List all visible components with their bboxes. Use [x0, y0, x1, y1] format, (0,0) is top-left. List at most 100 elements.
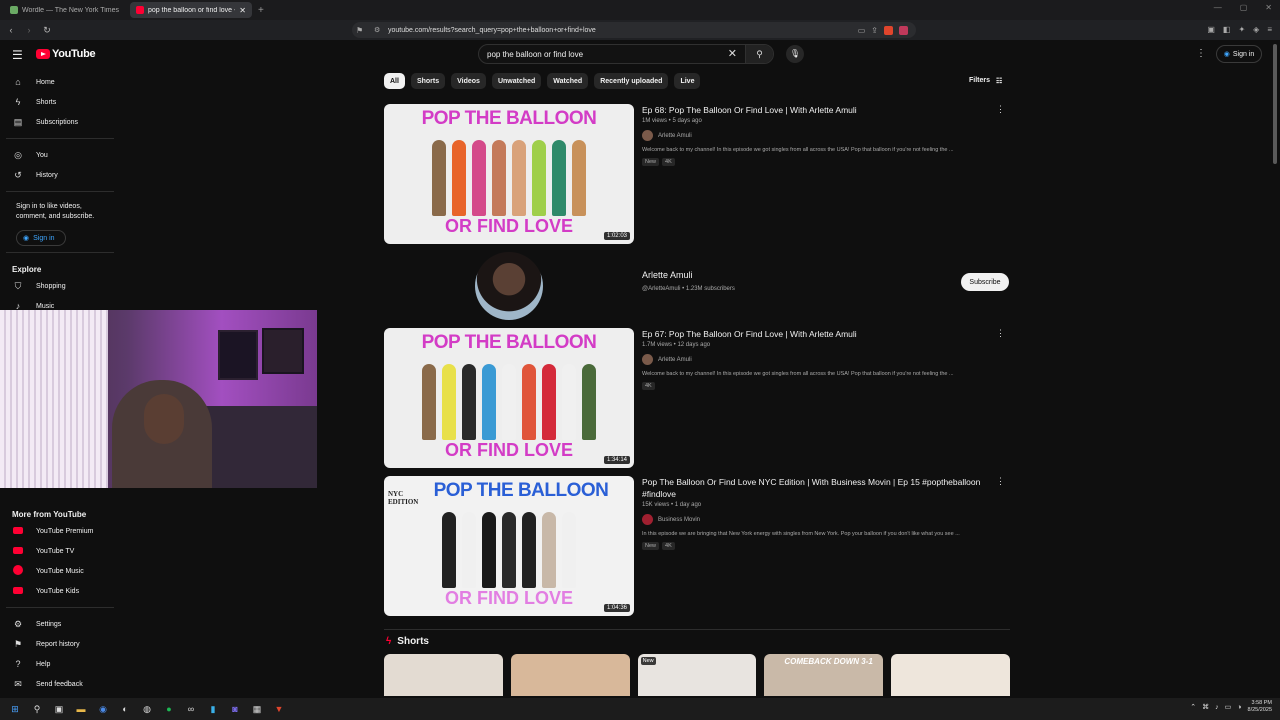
chip-live[interactable]: Live — [674, 73, 701, 89]
channel-link[interactable]: Business Movin — [642, 514, 1002, 525]
sidebar-item-youtube-music[interactable]: YouTube Music — [0, 561, 120, 581]
more-actions-icon[interactable]: ⋮ — [996, 476, 1005, 487]
sidebar-item-settings[interactable]: ⚙ Settings — [0, 614, 120, 634]
more-actions-icon[interactable]: ⋮ — [996, 104, 1005, 115]
sidebar-sign-in-button[interactable]: ◉ Sign in — [16, 230, 66, 246]
windows-start-icon[interactable]: ⊞ — [8, 702, 22, 716]
url-field[interactable]: ⚑ ⚙ youtube.com/results?search_query=pop… — [352, 22, 916, 38]
sidebar-item-you[interactable]: ◎ You — [0, 145, 120, 165]
volume-icon[interactable]: ◑ — [1237, 704, 1241, 711]
channel-card-name[interactable]: Arlette Amuli — [642, 270, 693, 280]
forward-icon[interactable]: › — [22, 25, 36, 35]
reload-icon[interactable]: ↻ — [40, 25, 54, 36]
app-icon[interactable]: ▮ — [206, 702, 220, 716]
short-thumbnail[interactable] — [510, 654, 630, 696]
channel-link[interactable]: Arlette Amuli — [642, 354, 1002, 365]
chip-shorts[interactable]: Shorts — [410, 73, 446, 89]
sidebar-item-shorts[interactable]: ϟ Shorts — [0, 92, 120, 112]
sidebar-item-home[interactable]: ⌂ Home — [0, 72, 120, 92]
channel-link[interactable]: Arlette Amuli — [642, 130, 1002, 141]
search-icon: ⚲ — [756, 49, 763, 59]
new-tab-icon[interactable]: + — [258, 5, 264, 16]
video-thumbnail[interactable]: POP THE BALLOON OR FIND LOVE 1:34:14 — [384, 328, 634, 468]
search-box[interactable]: pop the balloon or find love ✕ ⚲ — [478, 44, 774, 64]
clear-search-icon[interactable]: ✕ — [728, 47, 737, 60]
chip-unwatched[interactable]: Unwatched — [491, 73, 542, 89]
display-icon[interactable]: ▭ — [1225, 703, 1232, 711]
tab-youtube[interactable]: pop the balloon or find love - Yo ✕ — [130, 2, 252, 18]
chip-all[interactable]: All — [384, 73, 405, 89]
close-tab-icon[interactable]: ✕ — [239, 6, 246, 15]
sidebar-item-history[interactable]: ↺ History — [0, 165, 120, 185]
channel-card[interactable]: Arlette Amuli @ArletteAmuli • 1.23M subs… — [384, 252, 1010, 322]
settings-more-icon[interactable]: ⋮ — [1196, 48, 1206, 59]
short-thumbnail[interactable]: New — [637, 654, 757, 696]
chip-watched[interactable]: Watched — [547, 73, 589, 89]
spotify-icon[interactable]: ● — [162, 702, 176, 716]
video-result[interactable]: POP THE BALLOON OR FIND LOVE 1:02:03 Ep … — [384, 104, 1010, 246]
short-thumbnail[interactable]: COMEBACK DOWN 3-1 — [764, 654, 884, 696]
minimize-icon[interactable]: — — [1214, 3, 1222, 12]
channel-avatar-large[interactable] — [475, 252, 543, 320]
header-sign-in-button[interactable]: ◉ Sign in — [1216, 45, 1262, 63]
brave-shields-icon[interactable] — [884, 25, 893, 35]
task-view-icon[interactable]: ▣ — [52, 702, 66, 716]
mic-icon[interactable]: ♪ — [1215, 704, 1219, 711]
video-result[interactable]: POP THE BALLOON NYC EDITION OR FIND LOVE… — [384, 476, 1010, 618]
app-icon[interactable]: ▦ — [250, 702, 264, 716]
video-thumbnail[interactable]: POP THE BALLOON NYC EDITION OR FIND LOVE… — [384, 476, 634, 616]
tab-wordle[interactable]: Wordle — The New York Times — [4, 2, 126, 18]
vpn-icon[interactable]: ◈ — [1253, 25, 1259, 34]
file-explorer-icon[interactable]: ▬ — [74, 702, 88, 716]
youtube-logo[interactable]: YouTube — [36, 48, 96, 60]
close-window-icon[interactable]: ✕ — [1265, 3, 1272, 12]
video-title[interactable]: Ep 67: Pop The Balloon Or Find Love | Wi… — [642, 328, 1002, 340]
back-icon[interactable]: ‹ — [4, 25, 18, 35]
sidebar-item-subscriptions[interactable]: ▤ Subscriptions — [0, 112, 120, 132]
voice-search-button[interactable]: 🎙 — [786, 45, 804, 63]
maximize-icon[interactable]: ▢ — [1240, 3, 1248, 12]
sidebar-item-label: Settings — [36, 620, 62, 628]
sidebar-item-send-feedback[interactable]: ✉ Send feedback — [0, 674, 120, 694]
video-result[interactable]: POP THE BALLOON OR FIND LOVE 1:34:14 Ep … — [384, 328, 1010, 470]
search-icon[interactable]: ⚲ — [30, 702, 44, 716]
sidebar-item-report-history[interactable]: ⚑ Report history — [0, 634, 120, 654]
chip-recently-uploaded[interactable]: Recently uploaded — [594, 73, 669, 89]
discord-icon[interactable]: ◙ — [228, 702, 242, 716]
app-icon[interactable]: ◍ — [140, 702, 154, 716]
sidebar-toggle-icon[interactable]: ◧ — [1223, 25, 1231, 34]
app-icon[interactable]: ◐ — [118, 702, 132, 716]
bookmark-icon[interactable]: ⚑ — [356, 26, 363, 35]
short-thumbnail[interactable] — [891, 654, 1010, 696]
sidebar-item-youtube-kids[interactable]: YouTube Kids — [0, 581, 120, 601]
tray-chevron-icon[interactable]: ⌃ — [1190, 703, 1196, 711]
sidebar-item-youtube-premium[interactable]: YouTube Premium — [0, 521, 120, 541]
share-icon[interactable]: ⇪ — [871, 26, 878, 35]
clock[interactable]: 3:58 PM 8/25/2025 — [1248, 700, 1272, 714]
video-thumbnail[interactable]: POP THE BALLOON OR FIND LOVE 1:02:03 — [384, 104, 634, 244]
site-settings-icon[interactable]: ⚙ — [374, 26, 380, 34]
sidebar-item-shopping[interactable]: ⛉ Shopping — [0, 276, 120, 296]
brave-icon[interactable]: ▼ — [272, 702, 286, 716]
short-thumbnail[interactable] — [384, 654, 503, 696]
sidebar-item-help[interactable]: ? Help — [0, 654, 120, 674]
subscribe-button[interactable]: Subscribe — [961, 273, 1009, 291]
extensions-icon[interactable]: ✦ — [1238, 25, 1245, 34]
filters-button[interactable]: Filters ☷ — [969, 77, 1002, 85]
network-icon[interactable]: ⌘ — [1202, 703, 1209, 711]
chip-videos[interactable]: Videos — [451, 73, 486, 89]
search-button[interactable]: ⚲ — [745, 45, 773, 63]
hamburger-menu-icon[interactable]: ☰ — [12, 48, 23, 62]
chrome-icon[interactable]: ◉ — [96, 702, 110, 716]
more-actions-icon[interactable]: ⋮ — [996, 328, 1005, 339]
menu-icon[interactable]: ≡ — [1267, 25, 1272, 34]
page-scrollbar[interactable] — [1273, 44, 1277, 164]
search-input[interactable]: pop the balloon or find love — [487, 50, 583, 59]
wallet-icon[interactable]: ▣ — [1207, 25, 1215, 34]
video-title[interactable]: Pop The Balloon Or Find Love NYC Edition… — [642, 476, 1002, 500]
video-title[interactable]: Ep 68: Pop The Balloon Or Find Love | Wi… — [642, 104, 1002, 116]
app-icon[interactable]: ∞ — [184, 702, 198, 716]
sidebar-item-youtube-tv[interactable]: YouTube TV — [0, 541, 120, 561]
brave-rewards-icon[interactable] — [899, 25, 908, 35]
cast-icon[interactable]: ▭ — [858, 26, 866, 35]
